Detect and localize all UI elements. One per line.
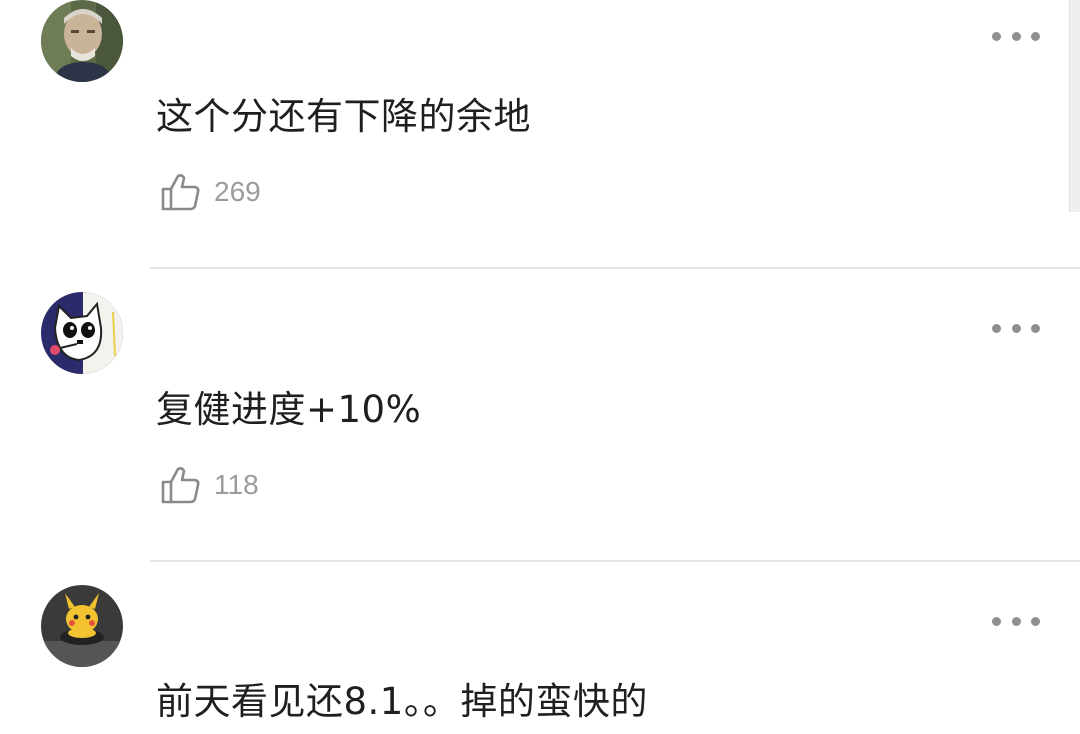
- user-avatar[interactable]: [41, 292, 123, 374]
- more-dots-icon[interactable]: [992, 609, 1040, 633]
- thumbs-up-icon: [161, 174, 200, 211]
- comment-item: 这个分还有下降的余地 269: [0, 0, 1080, 269]
- comment-text: 这个分还有下降的余地: [156, 95, 531, 138]
- like-count: 269: [214, 176, 261, 207]
- thumbs-up-icon: [161, 467, 200, 504]
- more-dots-icon[interactable]: [992, 24, 1040, 48]
- more-dots-icon[interactable]: [992, 316, 1040, 340]
- comment-item: 前天看见还8.1。。掉的蛮快的: [0, 585, 1080, 734]
- like-count: 118: [214, 469, 259, 500]
- comment-text: 前天看见还8.1。。掉的蛮快的: [156, 680, 648, 723]
- divider: [150, 267, 1080, 269]
- user-avatar[interactable]: [41, 0, 123, 82]
- user-avatar[interactable]: [41, 585, 123, 667]
- yellow-pikachu-figure-avatar: [41, 585, 123, 667]
- like-button[interactable]: 118: [158, 461, 259, 509]
- divider: [150, 560, 1080, 562]
- old-man-photo-avatar: [41, 0, 123, 82]
- comment-item: 复健进度+10% 118: [0, 292, 1080, 562]
- cartoon-cat-avatar: [41, 292, 123, 374]
- comment-text: 复健进度+10%: [156, 388, 422, 431]
- like-button[interactable]: 269: [158, 168, 261, 216]
